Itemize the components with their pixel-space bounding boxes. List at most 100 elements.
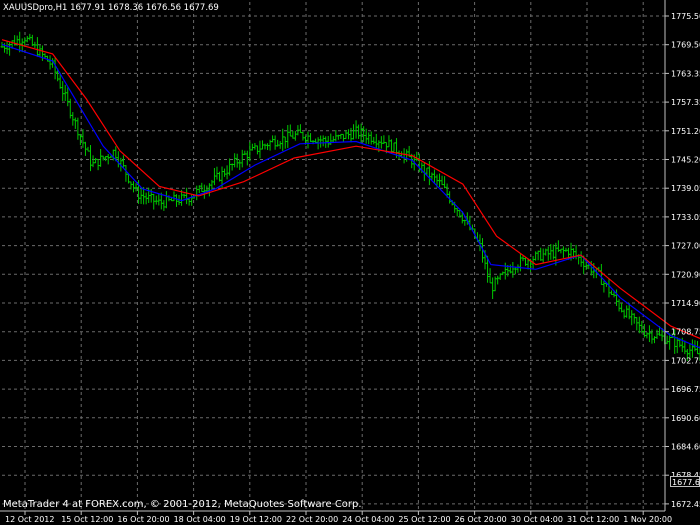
price-bar (185, 187, 189, 205)
price-bar (511, 262, 515, 278)
price-bar (248, 142, 252, 162)
y-tick-label: 1714.90 (671, 299, 700, 308)
price-bar (647, 325, 651, 343)
price-bar (440, 175, 444, 186)
price-bar (223, 168, 227, 177)
price-chart[interactable]: 1775.50 1769.50 1763.35 1757.35 1751.20 1745.… (0, 0, 700, 525)
price-bar (561, 246, 565, 258)
price-bar (301, 131, 305, 141)
price-bar (321, 135, 325, 147)
price-bar (157, 193, 161, 206)
price-bar (255, 145, 259, 155)
price-bar (488, 268, 492, 284)
x-tick-label: 30 Oct 04:00 (511, 515, 563, 524)
y-tick-label: 1775.50 (671, 12, 700, 21)
price-bar (154, 195, 158, 205)
price-bar (632, 313, 636, 324)
price-bar (496, 275, 500, 285)
price-bar (326, 136, 330, 148)
x-tick-label: 25 Oct 12:00 (398, 515, 450, 524)
y-tick-label: 1690.60 (671, 414, 700, 423)
price-bar (516, 264, 520, 273)
price-bar (66, 87, 70, 107)
x-tick-label: 19 Oct 12:00 (230, 515, 282, 524)
y-tick-label: 1708.75 (671, 328, 700, 337)
x-tick-label: 18 Oct 04:00 (174, 515, 226, 524)
y-tick-label: 1684.60 (671, 443, 700, 452)
price-bar (48, 55, 52, 70)
price-bar (76, 117, 80, 140)
price-bar (291, 130, 295, 139)
price-bar (266, 143, 270, 151)
price-bar (357, 124, 361, 139)
price-bar (233, 153, 237, 168)
price-bar (18, 31, 22, 53)
y-tick-label: 1745.20 (671, 156, 700, 165)
price-bar (503, 262, 507, 280)
price-bar (276, 139, 280, 147)
price-bar (132, 181, 136, 193)
ma-fast-line (1, 43, 700, 349)
price-bar (271, 135, 275, 143)
price-bar (392, 142, 396, 152)
price-bar (549, 244, 553, 260)
price-bar (369, 131, 373, 145)
price-bar (443, 176, 447, 189)
price-bar (635, 317, 639, 331)
price-bar (579, 251, 583, 267)
price-bar (162, 200, 166, 211)
price-bar (364, 128, 368, 144)
price-bar (630, 310, 634, 326)
price-bar (518, 253, 522, 272)
price-bar (354, 120, 358, 139)
price-bar (374, 133, 378, 150)
chart-grid (2, 2, 665, 511)
chart-axes: 1775.50 1769.50 1763.35 1757.35 1751.20 1745.… (0, 0, 700, 524)
price-bar (91, 155, 95, 168)
price-bar (645, 332, 649, 339)
price-bar (379, 136, 383, 149)
price-bar (283, 136, 287, 149)
y-tick-label: 1757.35 (671, 98, 700, 107)
price-bar (175, 194, 179, 207)
price-bar (602, 280, 606, 293)
price-bar (298, 124, 302, 134)
price-bar (73, 117, 77, 129)
price-bar (53, 57, 57, 80)
y-tick-label: 1696.75 (671, 385, 700, 394)
x-tick-label: 12 Oct 2012 (5, 515, 54, 524)
price-bar (245, 150, 249, 166)
y-tick-label: 1720.90 (671, 270, 700, 279)
price-bar (622, 309, 626, 319)
price-bar (99, 149, 103, 167)
price-bar (182, 193, 186, 199)
price-bar (281, 128, 285, 152)
moving-averages (1, 39, 700, 349)
price-bars (0, 31, 700, 362)
y-tick-label: 1751.20 (671, 127, 700, 136)
price-bar (349, 127, 353, 143)
price-bar (367, 132, 371, 145)
price-bar (61, 81, 65, 101)
price-bar (164, 191, 168, 209)
y-tick-label: 1727.00 (671, 242, 700, 251)
price-bar (501, 271, 505, 276)
price-bar (35, 37, 39, 57)
copyright-text: MetaTrader 4 at FOREX.com, © 2001-2012, … (3, 499, 362, 510)
price-bar (273, 135, 277, 150)
y-tick-label: 1702.75 (671, 356, 700, 365)
price-bar (225, 165, 229, 180)
x-tick-label: 31 Oct 12:00 (567, 515, 619, 524)
y-tick-label: 1769.50 (671, 41, 700, 50)
price-bar (319, 135, 323, 148)
price-bar (513, 267, 517, 275)
chart-window[interactable]: 1775.50 1769.50 1763.35 1757.35 1751.20 1745.… (0, 0, 700, 525)
price-bar (71, 112, 75, 126)
x-tick-label: 26 Oct 20:00 (455, 515, 507, 524)
price-bar (81, 129, 85, 148)
y-tick-label: 1733.05 (671, 213, 700, 222)
price-bar (238, 159, 242, 170)
price-bar (96, 158, 100, 171)
x-tick-label: 16 Oct 20:00 (117, 515, 169, 524)
price-bar (5, 40, 9, 55)
